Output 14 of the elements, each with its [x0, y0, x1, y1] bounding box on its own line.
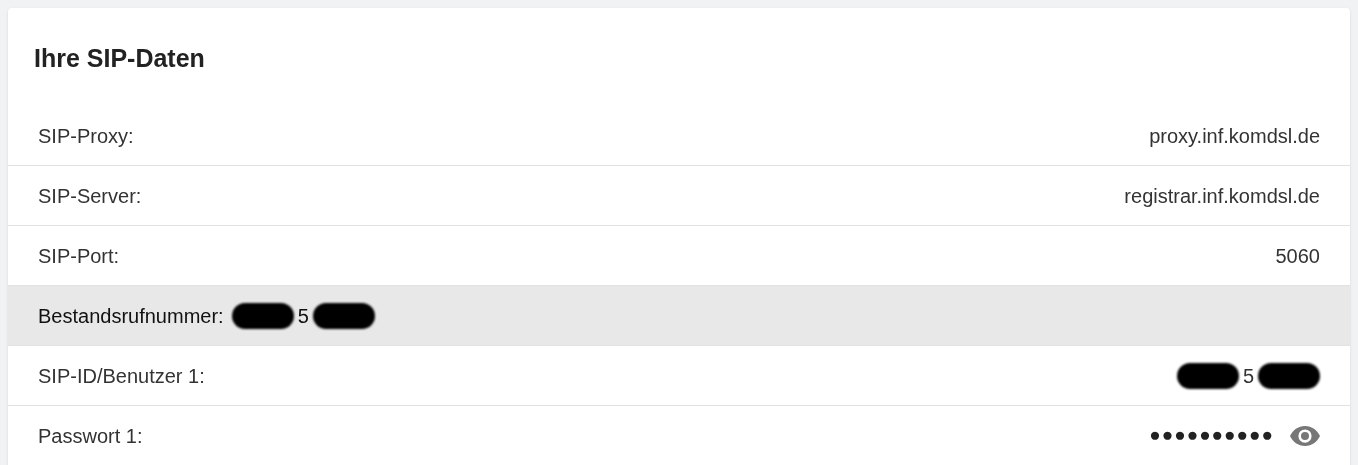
card-title: Ihre SIP-Daten — [33, 43, 206, 74]
field-value: 5 — [297, 303, 309, 329]
field-label: SIP-Proxy: — [38, 123, 134, 149]
field-value: registrar.inf.komdsl.de — [1124, 183, 1320, 209]
field-value: proxy.inf.komdsl.de — [1149, 123, 1320, 149]
field-label: Passwort 1: — [38, 423, 143, 449]
field-label: Bestandsrufnummer: — [38, 303, 224, 329]
field-label: SIP-Port: — [38, 243, 120, 269]
eye-icon[interactable] — [1290, 425, 1320, 446]
field-label: SIP-Server: — [38, 183, 142, 209]
field-value: 5060 — [1275, 243, 1320, 269]
field-value: ●●●●●●●●●● — [1149, 423, 1274, 448]
field-value: 5 — [1242, 363, 1254, 389]
field-label: SIP-ID/Benutzer 1: — [38, 363, 205, 389]
